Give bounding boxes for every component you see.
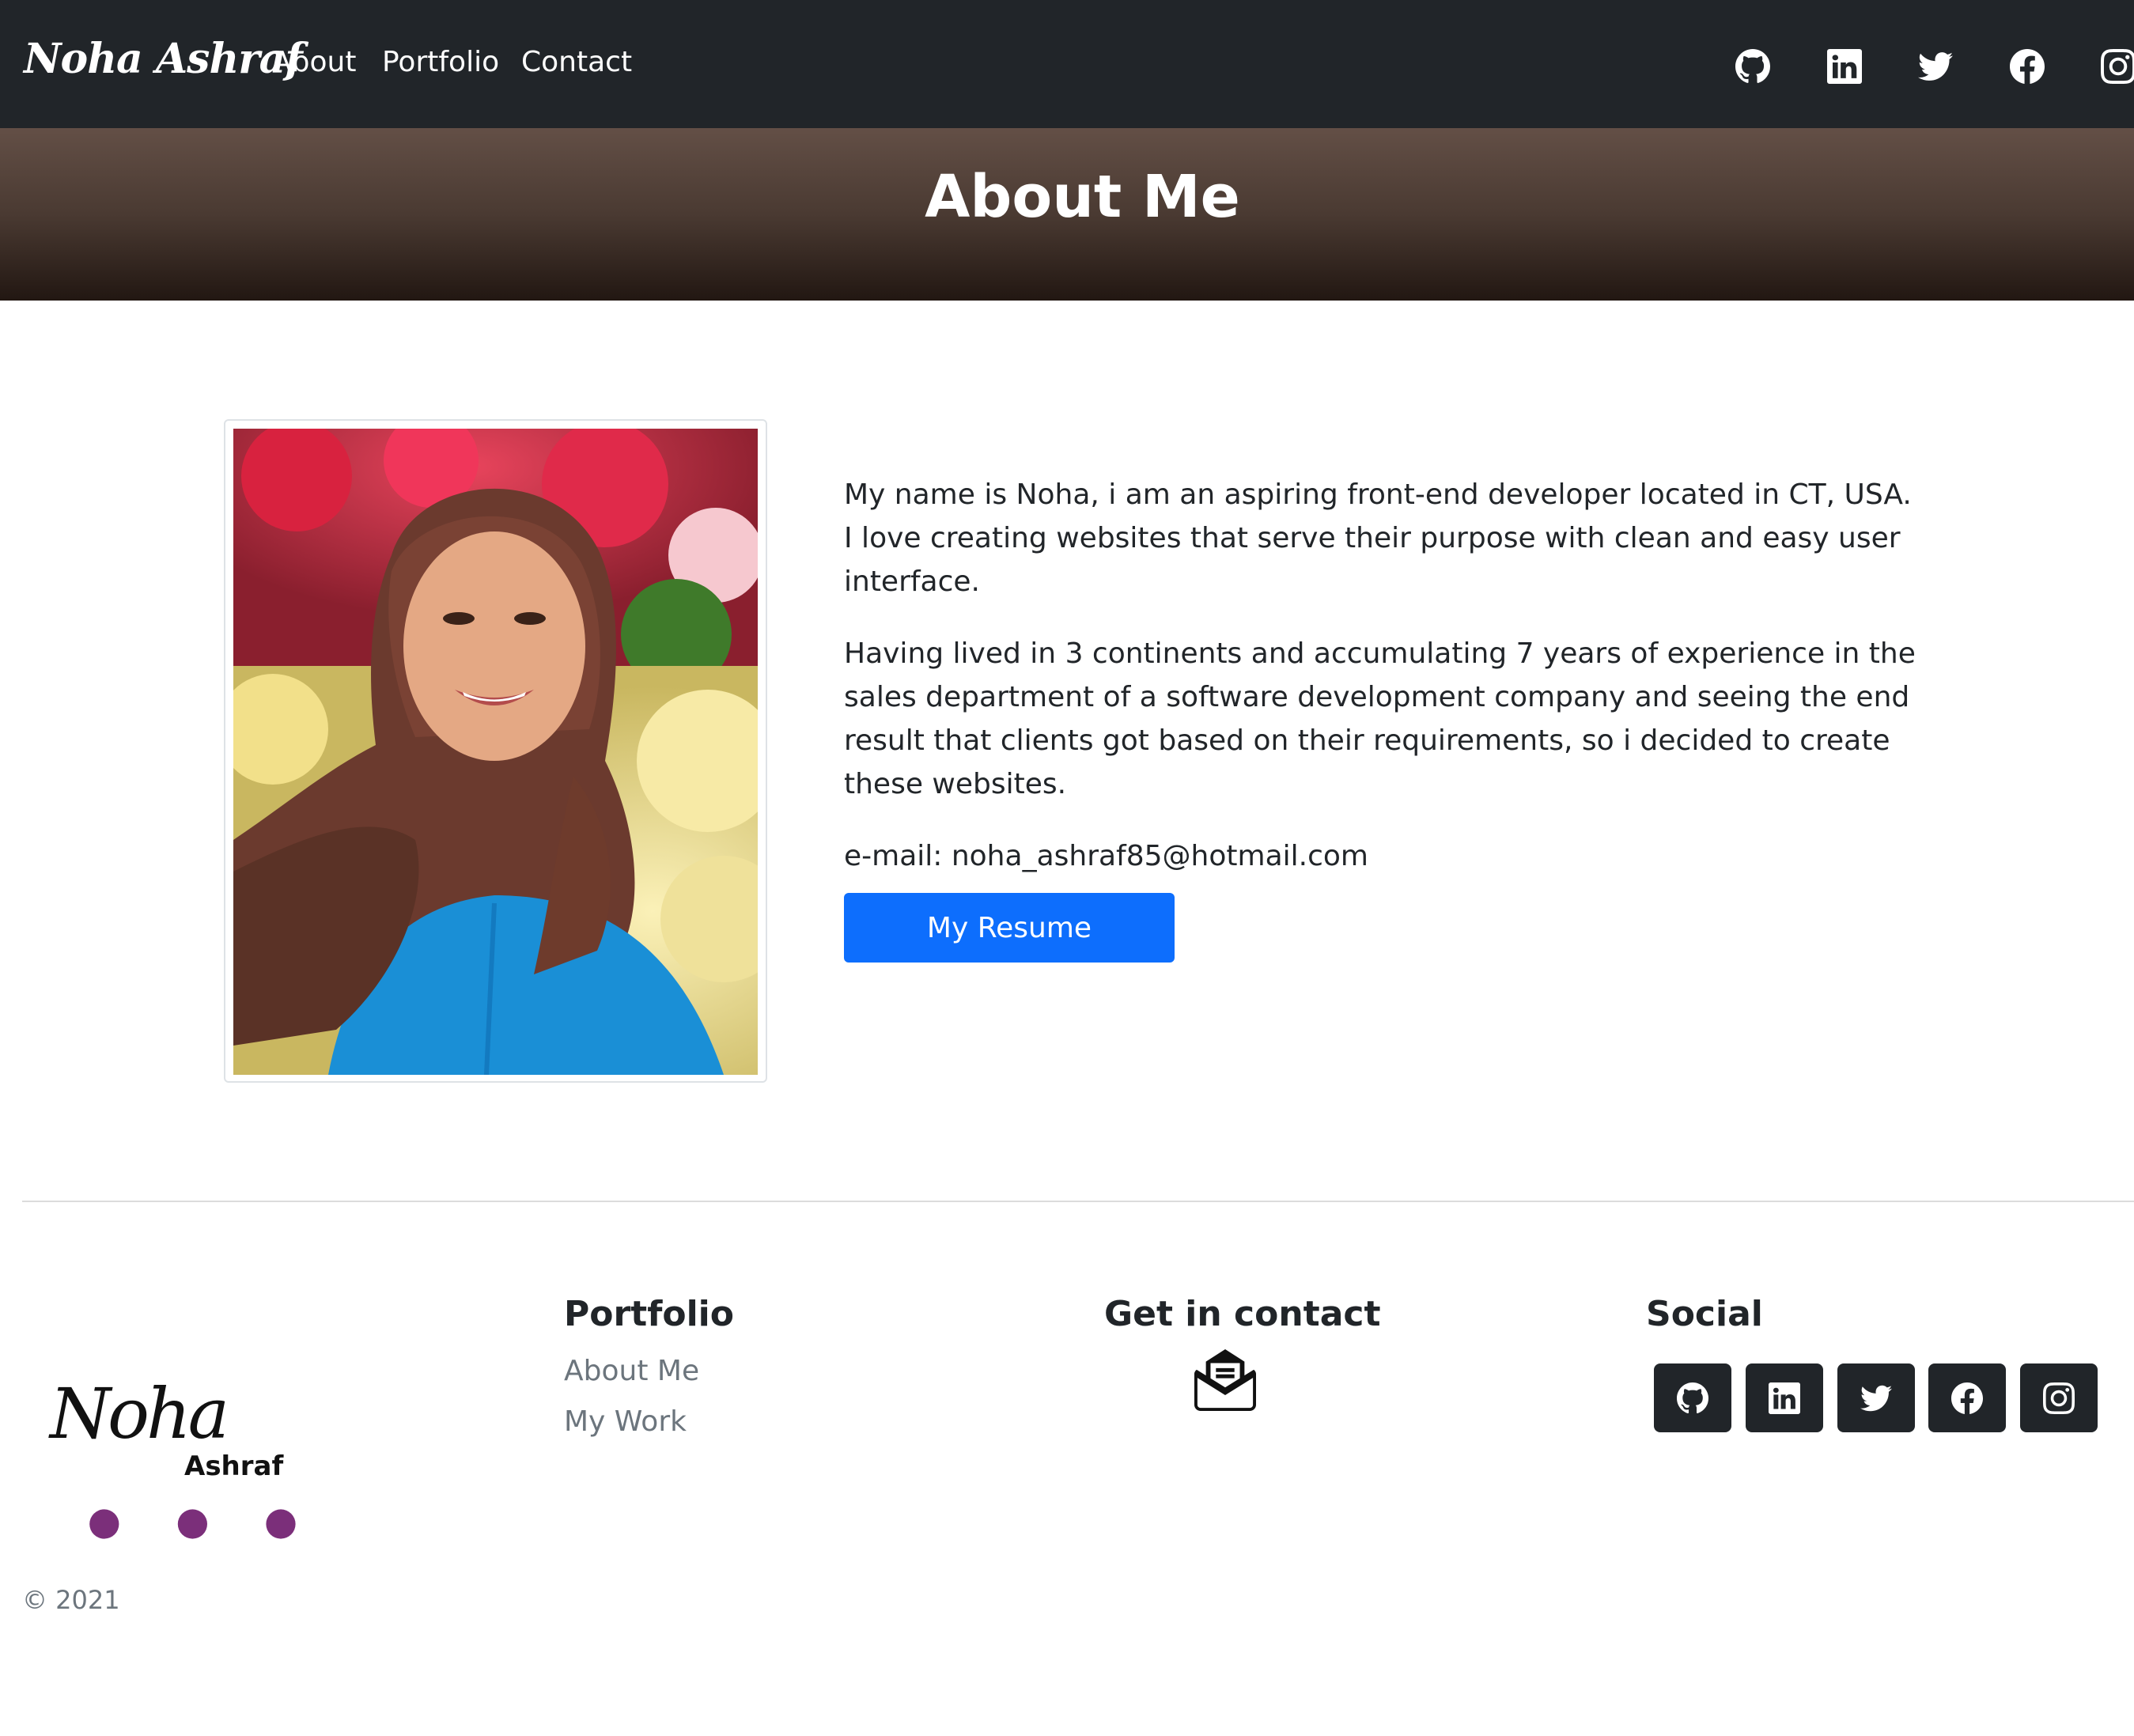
facebook-icon[interactable] — [2010, 49, 2045, 84]
footer-heading-portfolio: Portfolio — [564, 1294, 734, 1334]
footer-heading-social: Social — [1646, 1294, 1763, 1334]
logo-name: Noha — [50, 1373, 229, 1454]
about-paragraph-experience: Having lived in 3 continents and accumul… — [844, 637, 1916, 800]
copyright-text: © 2021 — [22, 1585, 120, 1615]
nav-link-portfolio[interactable]: Portfolio — [382, 46, 499, 78]
nav-link-contact[interactable]: Contact — [521, 46, 632, 78]
footer-logo: Noha Ashraf — [44, 1368, 296, 1539]
profile-photo-frame — [224, 419, 767, 1083]
logo-subtitle: Ashraf — [184, 1450, 284, 1482]
navbar: Noha Ashraf About Portfolio Contact — [0, 0, 2134, 128]
hero-banner: About Me — [0, 128, 2134, 301]
about-paragraph-intro: My name is Noha, i am an aspiring front-… — [844, 478, 1912, 598]
github-icon[interactable] — [1654, 1363, 1731, 1432]
footer-link-my-work[interactable]: My Work — [564, 1405, 687, 1438]
linkedin-icon[interactable] — [1827, 49, 1862, 84]
about-email: e-mail: noha_ashraf85@hotmail.com — [844, 840, 1368, 872]
twitter-icon[interactable] — [1837, 1363, 1915, 1432]
facebook-icon[interactable] — [1928, 1363, 2006, 1432]
logo-dots — [89, 1509, 296, 1539]
github-icon[interactable] — [1735, 49, 1770, 84]
resume-button[interactable]: My Resume — [844, 893, 1175, 963]
footer-divider — [22, 1201, 2134, 1202]
linkedin-icon[interactable] — [1746, 1363, 1823, 1432]
footer-heading-contact: Get in contact — [1104, 1294, 1381, 1334]
instagram-icon[interactable] — [2020, 1363, 2098, 1432]
brand-logo[interactable]: Noha Ashraf — [24, 35, 303, 83]
nav-link-about[interactable]: About — [272, 46, 356, 78]
envelope-open-icon[interactable] — [1194, 1349, 1256, 1411]
footer-link-about-me[interactable]: About Me — [564, 1355, 699, 1387]
page-title: About Me — [925, 163, 1240, 231]
instagram-icon[interactable] — [2101, 49, 2134, 84]
profile-photo — [233, 429, 758, 1075]
twitter-icon[interactable] — [1918, 49, 1953, 84]
